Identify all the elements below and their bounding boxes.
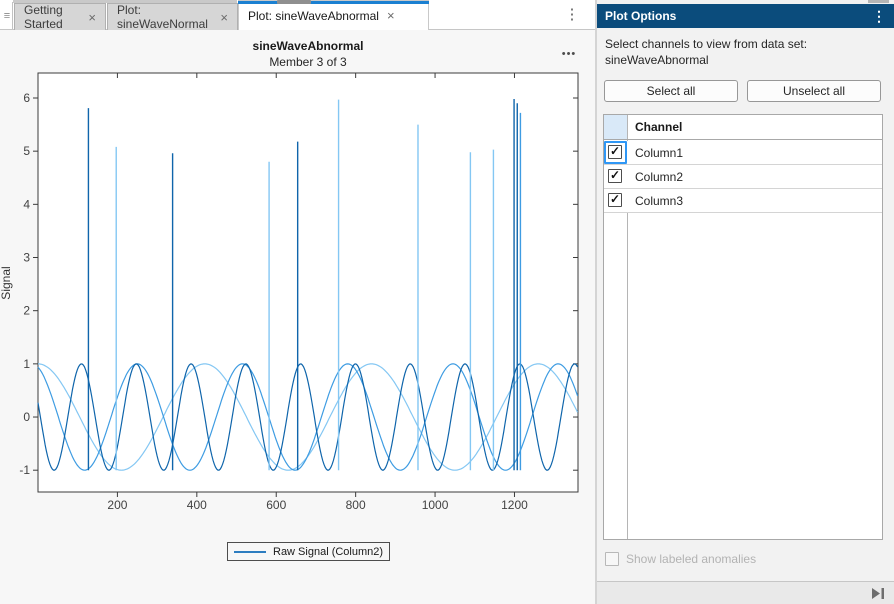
select-all-button[interactable]: Select all	[604, 80, 738, 102]
checkbox-column-header	[604, 115, 627, 139]
tab-bar: ≡ Getting Started × Plot: sineWaveNormal…	[0, 0, 596, 30]
table-row[interactable]: ✓ Column1	[604, 141, 882, 165]
checkmark-icon: ✓	[610, 168, 620, 182]
legend-entry-label: Raw Signal (Column2)	[273, 546, 383, 558]
table-row[interactable]: ✓ Column3	[604, 189, 882, 213]
svg-text:2: 2	[23, 304, 30, 318]
plot-legend: Raw Signal (Column2)	[227, 542, 390, 561]
channel-checkbox[interactable]: ✓	[608, 193, 622, 207]
svg-text:800: 800	[346, 498, 366, 512]
tab-plot-sinewaveabnormal[interactable]: Plot: sineWaveAbnormal ×	[238, 0, 429, 30]
tab-getting-started[interactable]: Getting Started ×	[14, 3, 106, 30]
svg-text:400: 400	[187, 498, 207, 512]
panel-dataset-name: sineWaveAbnormal	[605, 53, 709, 67]
legend-line-sample	[234, 551, 266, 553]
channel-label: Column2	[635, 165, 683, 189]
panel-description: Select channels to view from data set:	[605, 37, 807, 51]
checkbox-cell: ✓	[604, 189, 627, 212]
svg-text:4: 4	[23, 197, 30, 211]
channel-label: Column1	[635, 141, 683, 165]
active-tab-accent	[238, 1, 429, 4]
svg-text:600: 600	[266, 498, 286, 512]
svg-text:200: 200	[107, 498, 127, 512]
tab-label: Getting Started	[24, 3, 80, 31]
panel-header: Plot Options ⋮	[597, 4, 894, 28]
plot-options-panel: Plot Options ⋮ Select channels to view f…	[597, 0, 894, 604]
panel-title: Plot Options	[605, 9, 676, 23]
svg-text:1000: 1000	[422, 498, 449, 512]
tab-close-icon[interactable]: ×	[220, 11, 228, 24]
svg-text:1: 1	[23, 357, 30, 371]
tab-plot-sinewavenormal[interactable]: Plot: sineWaveNormal ×	[107, 3, 238, 30]
unselect-all-button[interactable]: Unselect all	[747, 80, 881, 102]
channel-column-header: Channel	[635, 115, 682, 140]
svg-text:3: 3	[23, 251, 30, 265]
tab-label: Plot: sineWaveNormal	[117, 3, 212, 31]
panel-menu-icon[interactable]: ⋮	[872, 4, 886, 28]
figure-panel: sineWaveAbnormal Member 3 of 3 ••• 20040…	[0, 30, 596, 604]
collapse-panel-icon[interactable]	[870, 587, 886, 600]
tabbar-separator	[12, 2, 13, 29]
plot-canvas[interactable]: 200 400 600 800 1000 1200 -1 0 1 2 3 4 5 6	[0, 30, 596, 604]
svg-text:0: 0	[23, 410, 30, 424]
checkmark-icon: ✓	[610, 144, 620, 158]
channel-checkbox[interactable]: ✓	[608, 145, 622, 159]
checkmark-icon: ✓	[610, 192, 620, 206]
svg-text:-1: -1	[19, 463, 30, 477]
channel-label: Column3	[635, 189, 683, 213]
panel-footer	[597, 581, 894, 604]
svg-text:5: 5	[23, 144, 30, 158]
show-labeled-anomalies-label: Show labeled anomalies	[626, 552, 756, 566]
checkbox-cell: ✓	[604, 165, 627, 188]
channel-table: Channel ✓ Column1 ✓ Column2 ✓	[603, 114, 883, 540]
svg-text:1200: 1200	[501, 498, 528, 512]
table-header-row: Channel	[604, 115, 882, 140]
panel-drag-handle[interactable]	[868, 0, 889, 3]
y-axis-label: Signal	[0, 251, 13, 315]
show-labeled-anomalies-checkbox	[605, 552, 619, 566]
checkbox-cell: ✓	[604, 141, 627, 164]
document-area: ≡ Getting Started × Plot: sineWaveNormal…	[0, 0, 596, 604]
svg-text:6: 6	[23, 91, 30, 105]
tile-drag-handle[interactable]	[277, 0, 311, 4]
tabbar-overflow-menu-icon[interactable]: ⋮	[563, 5, 581, 25]
channel-checkbox[interactable]: ✓	[608, 169, 622, 183]
tab-label: Plot: sineWaveAbnormal	[248, 9, 379, 23]
tab-close-icon[interactable]: ×	[88, 11, 96, 24]
tab-close-icon[interactable]: ×	[387, 9, 395, 22]
table-row[interactable]: ✓ Column2	[604, 165, 882, 189]
